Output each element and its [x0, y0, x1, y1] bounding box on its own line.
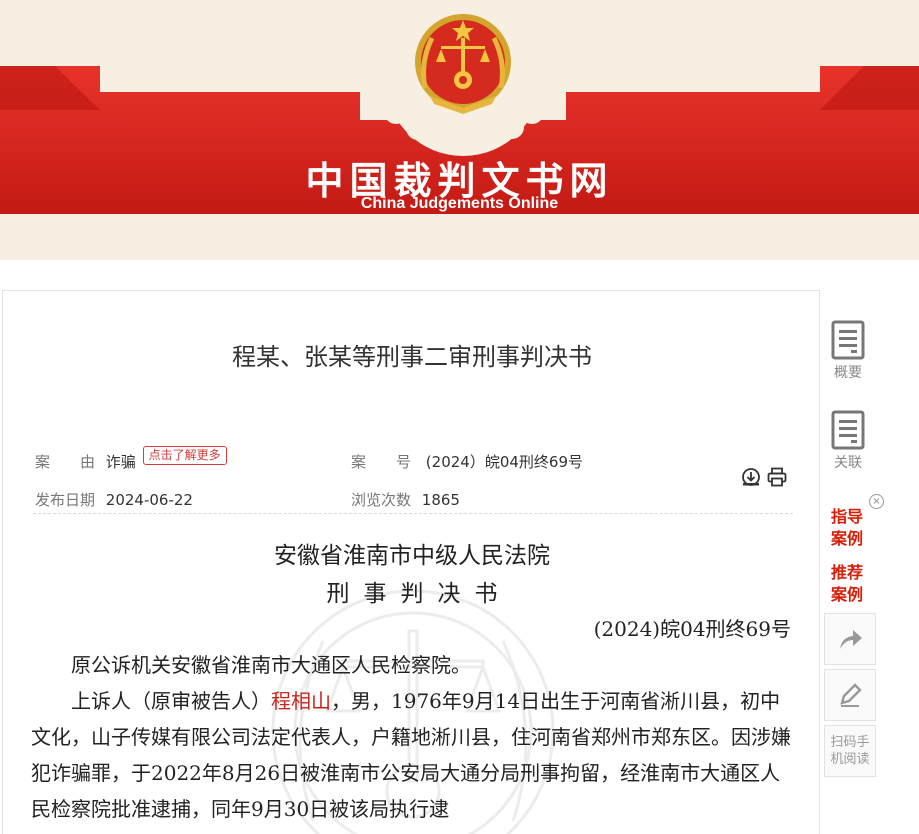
- share-button[interactable]: [824, 613, 876, 665]
- publish-date-value: 2024-06-22: [105, 491, 193, 509]
- paragraph-appellant: 上诉人（原审被告人）程相山，男，1976年9月14日出生于河南省淅川县，初中文化…: [31, 683, 796, 827]
- scan-line-1: 扫码手: [830, 735, 870, 750]
- view-count-value: 1865: [421, 491, 460, 509]
- case-number-heading: (2024)皖04刑终69号: [593, 617, 791, 641]
- related-doc-icon: [831, 410, 865, 450]
- cause-value: 诈骗: [105, 453, 136, 471]
- case-number-value: (2024）皖04刑终69号: [425, 453, 583, 471]
- guide-line-2: 案例: [831, 529, 864, 548]
- site-banner: 中国裁判文书网 China Judgements Online: [0, 0, 919, 260]
- case-number-label: 案 号: [351, 453, 412, 471]
- document-type: 刑事判决书: [326, 581, 512, 607]
- paragraph-prosecutor: 原公诉机关安徽省淮南市大通区人民检察院。: [71, 653, 471, 677]
- related-label: 关联: [834, 455, 862, 471]
- print-icon[interactable]: [766, 466, 788, 488]
- banner-graphic: [0, 0, 919, 214]
- appellant-name-link[interactable]: 程相山: [271, 689, 331, 713]
- case-number-field: 案 号 (2024）皖04刑终69号: [351, 451, 583, 472]
- guide-line-1: 指导: [831, 507, 864, 526]
- edit-button[interactable]: [824, 669, 876, 721]
- document-title: 程某、张某等刑事二审刑事判决书: [232, 343, 592, 371]
- share-arrow-icon: [840, 630, 862, 649]
- close-icon[interactable]: ×: [869, 494, 884, 509]
- publish-date-field: 发布日期 2024-06-22: [35, 489, 193, 510]
- summary-doc-icon: [831, 320, 865, 360]
- learn-more-tag[interactable]: 点击了解更多: [142, 446, 227, 465]
- court-name: 安徽省淮南市中级人民法院: [274, 543, 550, 569]
- appellant-prefix: 上诉人（原审被告人）: [71, 689, 271, 713]
- sidebar-item-related[interactable]: 关联: [822, 410, 874, 472]
- view-count-field: 浏览次数 1865: [351, 489, 460, 510]
- download-icon[interactable]: [740, 466, 762, 488]
- summary-label: 概要: [834, 365, 862, 381]
- recommend-line-1: 推荐: [831, 563, 864, 582]
- publish-date-label: 发布日期: [35, 491, 96, 509]
- document-panel: 程某、张某等刑事二审刑事判决书 案 由 诈骗 点击了解更多 案 号 (2024）…: [2, 290, 820, 834]
- cause-label: 案 由: [35, 453, 96, 471]
- judgment-body: 原公诉机关安徽省淮南市大通区人民检察院。 上诉人（原审被告人）程相山，男，197…: [31, 647, 796, 827]
- view-count-label: 浏览次数: [351, 491, 412, 509]
- site-subtitle: China Judgements Online: [360, 195, 559, 212]
- cause-field: 案 由 诈骗 点击了解更多: [35, 446, 227, 473]
- scan-line-2: 机阅读: [830, 752, 870, 767]
- meta-divider: [33, 513, 793, 514]
- recommended-cases-link[interactable]: 推荐 案例: [831, 562, 863, 606]
- guide-cases-link[interactable]: 指导 案例: [831, 506, 863, 550]
- pencil-icon: [840, 683, 862, 707]
- scan-mobile-read-button[interactable]: 扫码手 机阅读: [824, 725, 876, 777]
- sidebar-item-summary[interactable]: 概要: [822, 320, 874, 382]
- recommend-line-2: 案例: [831, 585, 864, 604]
